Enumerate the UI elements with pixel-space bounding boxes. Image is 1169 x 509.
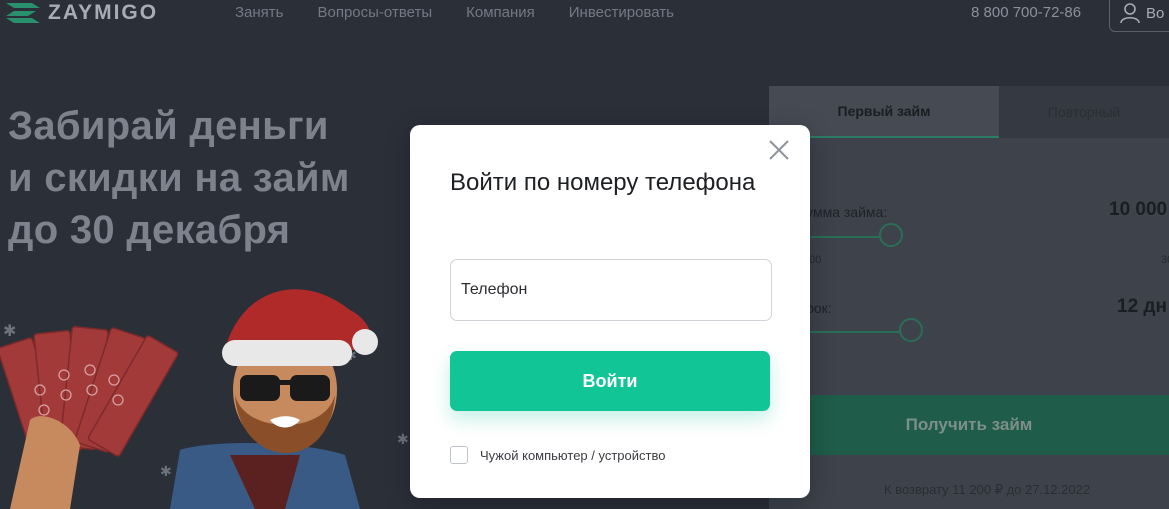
site-header: ZAYMIGO Занять Вопросы-ответы Компания И… [0,0,1169,32]
loan-term-value: 12 дн [1117,296,1167,317]
hero-title: Забирай деньги и скидки на займ до 30 де… [8,100,428,256]
svg-text:✱: ✱ [3,321,16,340]
phone-number[interactable]: 8 800 700-72-86 [971,4,1081,21]
nav-item-company[interactable]: Компания [466,4,535,21]
nav-item-invest[interactable]: Инвестировать [569,4,674,21]
logo-text: ZAYMIGO [48,1,159,24]
login-label: Во [1146,4,1165,22]
user-icon [1120,3,1140,24]
return-amount-note: К возврату 11 200 ₽ до 27.12.2022 [884,482,1091,497]
svg-text:✱: ✱ [160,464,172,480]
login-submit-button[interactable]: Войти [450,351,770,411]
foreign-device-checkbox[interactable] [450,446,468,464]
close-icon[interactable] [768,139,790,161]
get-loan-button[interactable]: Получить займ [769,395,1169,455]
svg-text:✱: ✱ [397,432,409,448]
phone-input[interactable] [450,259,772,321]
login-button[interactable]: Во [1109,0,1169,32]
hero-title-line: до 30 декабря [8,208,291,252]
santa-hat-man-illustration: ✱ ✱ ✱ ✱ ✱ [0,289,409,509]
main-nav: Занять Вопросы-ответы Компания Инвестиро… [235,4,674,21]
hero-title-line: Забирай деньги [8,104,329,148]
nav-item-borrow[interactable]: Занять [235,4,284,21]
loan-calculator: Первый займ Повторный Сумма займа: 10 00… [769,86,1169,509]
loan-sum-slider-knob[interactable] [879,223,903,247]
foreign-device-option: Чужой компьютер / устройство [450,446,665,464]
hero-title-line: и скидки на займ [8,156,350,200]
loan-sum-max: 30 [1161,254,1169,266]
nav-item-faq[interactable]: Вопросы-ответы [318,4,433,21]
modal-title: Войти по номеру телефона [450,169,756,196]
loan-sum-value: 10 000 [1109,199,1168,220]
login-modal: Войти по номеру телефона Войти Чужой ком… [410,125,810,498]
calculator-tabs: Первый займ Повторный [769,86,1169,138]
tab-repeat-loan[interactable]: Повторный [999,86,1169,138]
foreign-device-label[interactable]: Чужой компьютер / устройство [480,448,665,463]
logo[interactable]: ZAYMIGO [6,1,158,25]
loan-term-slider-knob[interactable] [899,318,923,342]
zaymigo-logo-icon [6,3,40,23]
